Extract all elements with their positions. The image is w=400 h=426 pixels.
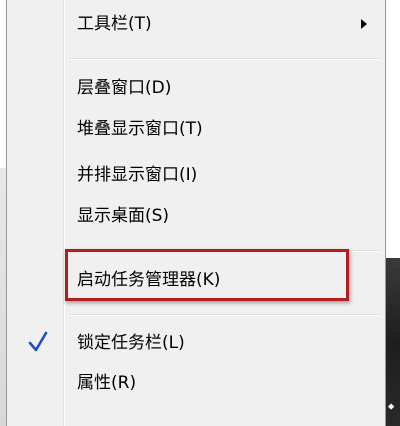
menu-item-label: 属性(R) [77,373,137,393]
annotation-highlight-box [65,249,349,301]
screenshot-frame: ⬥ 工具栏(T) 层叠窗口(D) 堆叠显示窗口(T) 并排显示窗口(I) 显示桌… [0,0,400,426]
menu-item-cascade-windows[interactable]: 层叠窗口(D) [9,69,383,107]
menu-item-stack-windows[interactable]: 堆叠显示窗口(T) [9,110,383,148]
menu-item-label: 显示桌面(S) [77,206,170,226]
menu-item-label: 工具栏(T) [77,14,152,34]
menu-item-toolbars[interactable]: 工具栏(T) [9,5,383,43]
taskbar-glyph-icon: ⬥ [388,402,395,412]
menu-item-side-by-side-windows[interactable]: 并排显示窗口(I) [9,156,383,194]
checkmark-icon [28,331,48,352]
menu-item-lock-taskbar[interactable]: 锁定任务栏(L) [9,324,383,362]
menu-item-label: 堆叠显示窗口(T) [77,119,203,139]
taskbar-edge [386,258,400,426]
menu-item-label: 并排显示窗口(I) [77,165,198,185]
menu-item-show-desktop[interactable]: 显示桌面(S) [9,197,383,235]
menu-item-label: 层叠窗口(D) [77,78,172,98]
menu-separator [69,58,381,60]
taskbar-context-menu: 工具栏(T) 层叠窗口(D) 堆叠显示窗口(T) 并排显示窗口(I) 显示桌面(… [6,0,386,426]
menu-item-properties[interactable]: 属性(R) [9,364,383,402]
menu-separator [69,314,381,316]
chevron-right-icon [361,19,367,29]
menu-item-label: 锁定任务栏(L) [77,333,185,353]
